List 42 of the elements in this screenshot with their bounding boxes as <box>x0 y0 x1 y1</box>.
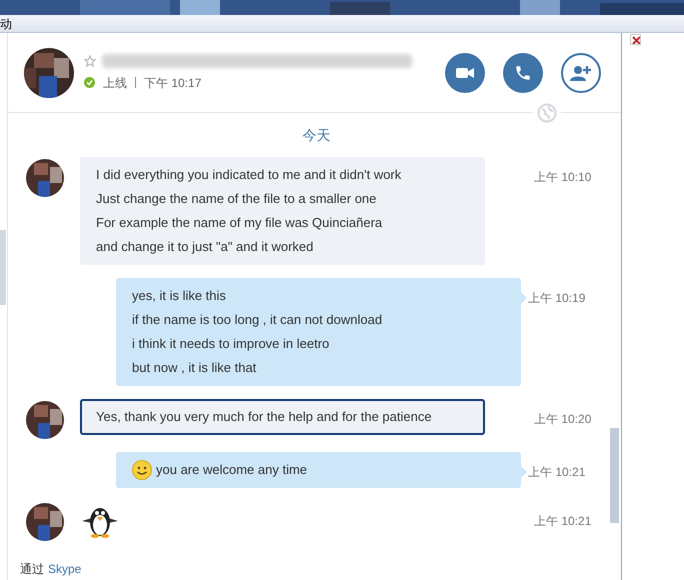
message-time: 上午 10:21 <box>534 514 592 528</box>
message-text: Yes, thank you very much for the help and for the patience <box>96 408 432 426</box>
phone-icon <box>514 64 532 82</box>
message-text: I did everything you indicated to me and it didn't work <box>96 166 402 184</box>
message-time: 上午 10:20 <box>534 412 592 426</box>
message-time: 上午 10:19 <box>528 291 586 305</box>
avatar <box>26 159 64 197</box>
star-icon[interactable] <box>84 54 96 66</box>
message-bubble[interactable]: Yes, thank you very much for the help and for the patience <box>80 399 485 435</box>
via-label: 通过 <box>20 561 44 578</box>
call-button[interactable] <box>503 52 543 92</box>
avatar <box>24 48 74 98</box>
scrollbar-thumb[interactable] <box>0 230 6 305</box>
video-call-button[interactable] <box>445 52 485 92</box>
video-camera-icon <box>456 66 474 78</box>
message-bubble[interactable]: yes, it is like this if the name is too long , it can not download i think it needs to improve in leetro but now , it is like that <box>116 278 521 386</box>
message-text: For example the name of my file was Quinciañera <box>96 214 382 232</box>
skype-link[interactable]: Skype <box>48 560 82 578</box>
message-text: i think it needs to improve in leetro <box>132 335 330 354</box>
bubble-tail <box>521 466 527 478</box>
globe-icon <box>537 103 557 123</box>
message-text: if the name is too long , it can not download <box>132 311 382 330</box>
close-icon[interactable] <box>630 34 641 45</box>
add-person-icon <box>570 64 592 82</box>
avatar <box>26 401 64 439</box>
message-text: Just change the name of the file to a smaller one <box>96 190 376 208</box>
avatar <box>26 503 64 541</box>
message-bubble[interactable]: I did everything you indicated to me and it didn't work Just change the name of the file to a smaller one For example the name of my file was Quinciañera and change it to just "a" and it worked <box>80 157 485 265</box>
day-label: 今天 <box>302 126 330 145</box>
message-text: but now , it is like that <box>132 359 256 378</box>
message-time: 上午 10:10 <box>534 170 592 184</box>
message-text: and change it to just "a" and it worked <box>96 238 314 256</box>
add-contact-button[interactable] <box>561 52 601 92</box>
message-text: you are welcome any time <box>156 461 308 480</box>
message-bubble[interactable]: you are welcome any time <box>116 452 521 488</box>
status-text: 上线 <box>103 74 127 92</box>
message-text: yes, it is like this <box>132 287 226 306</box>
scrollbar-thumb[interactable] <box>610 428 619 523</box>
menu-item[interactable]: 动 <box>0 18 12 30</box>
last-seen-text: 下午 10:17 <box>144 74 202 92</box>
bubble-tail <box>521 292 527 304</box>
message-time: 上午 10:21 <box>528 465 586 479</box>
